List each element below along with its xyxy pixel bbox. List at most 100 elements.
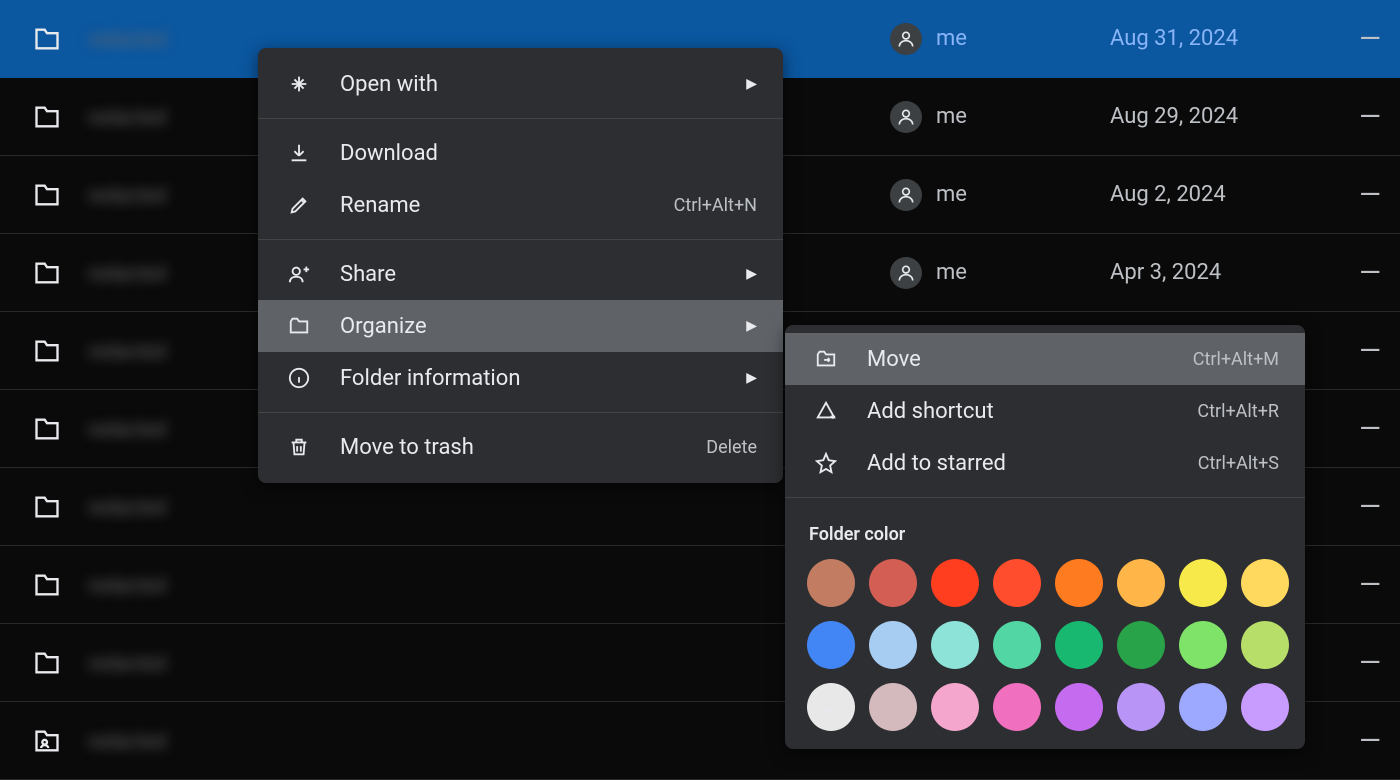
date-cell: Aug 29, 2024 [1110,104,1340,129]
color-swatch[interactable] [869,621,917,669]
submenu-move[interactable]: Move Ctrl+Alt+M [785,333,1305,385]
file-name: redacted [88,495,890,519]
add-shortcut-icon [811,400,841,422]
color-swatch[interactable] [807,621,855,669]
color-swatch[interactable] [1179,683,1227,731]
file-name: redacted [88,27,890,51]
color-swatch[interactable] [869,683,917,731]
menu-label: Organize [340,314,739,339]
color-swatch[interactable] [931,683,979,731]
size-cell: — [1340,178,1400,211]
chevron-right-icon: ▶ [739,318,757,334]
color-swatch[interactable] [1241,621,1289,669]
color-swatch[interactable] [1117,683,1165,731]
color-swatch[interactable] [1117,559,1165,607]
folder-icon [30,181,88,209]
folder-icon [30,103,88,131]
star-icon [811,452,841,474]
menu-organize[interactable]: Organize ▶ [258,300,783,352]
menu-label: Open with [340,72,739,97]
folder-icon [30,571,88,599]
owner-name: me [936,104,967,129]
info-icon [284,367,314,389]
owner-cell: me [890,101,1110,133]
move-icon [811,348,841,370]
color-swatch[interactable] [1179,559,1227,607]
menu-download[interactable]: Download [258,127,783,179]
size-cell: — [1340,22,1400,55]
menu-open-with[interactable]: Open with ▶ [258,58,783,110]
menu-separator [785,497,1305,498]
date-cell: Aug 31, 2024 [1110,26,1340,51]
menu-shortcut: Ctrl+Alt+N [674,195,757,216]
menu-label: Move [867,347,1193,372]
folder-color-title: Folder color [785,506,1305,559]
menu-separator [258,118,783,119]
color-swatch[interactable] [931,559,979,607]
rename-icon [284,194,314,216]
color-swatch[interactable] [993,683,1041,731]
size-cell: — [1340,100,1400,133]
menu-share[interactable]: Share ▶ [258,248,783,300]
menu-rename[interactable]: Rename Ctrl+Alt+N [258,179,783,231]
menu-folder-info[interactable]: Folder information ▶ [258,352,783,404]
menu-label: Move to trash [340,435,706,460]
owner-cell: me [890,179,1110,211]
color-swatch[interactable] [1055,621,1103,669]
color-swatch[interactable] [1055,683,1103,731]
size-cell: — [1340,412,1400,445]
owner-cell: me [890,257,1110,289]
chevron-right-icon: ▶ [739,370,757,386]
organize-icon [284,315,314,337]
file-name: redacted [88,729,890,753]
color-swatch[interactable] [1241,559,1289,607]
color-swatch[interactable] [993,559,1041,607]
menu-label: Rename [340,193,674,218]
color-swatch[interactable] [993,621,1041,669]
chevron-right-icon: ▶ [739,76,757,92]
owner-name: me [936,260,967,285]
file-name: redacted [88,573,890,597]
submenu-add-starred[interactable]: Add to starred Ctrl+Alt+S [785,437,1305,489]
folder-icon [30,25,88,53]
color-swatch[interactable] [1241,683,1289,731]
menu-shortcut: Ctrl+Alt+S [1198,453,1279,474]
menu-label: Download [340,141,757,166]
color-swatch[interactable] [807,559,855,607]
trash-icon [284,436,314,458]
download-icon [284,142,314,164]
submenu-add-shortcut[interactable]: Add shortcut Ctrl+Alt+R [785,385,1305,437]
color-swatch[interactable] [807,683,855,731]
file-name: redacted [88,651,890,675]
date-cell: Aug 2, 2024 [1110,182,1340,207]
menu-trash[interactable]: Move to trash Delete [258,421,783,473]
size-cell: — [1340,724,1400,757]
color-swatch[interactable] [869,559,917,607]
color-swatch[interactable] [1179,621,1227,669]
size-cell: — [1340,334,1400,367]
share-icon [284,263,314,285]
size-cell: — [1340,646,1400,679]
avatar [890,179,922,211]
folder-icon [30,493,88,521]
avatar [890,101,922,133]
folder-icon [30,415,88,443]
organize-submenu: Move Ctrl+Alt+M Add shortcut Ctrl+Alt+R … [785,325,1305,749]
folder-icon [30,337,88,365]
color-swatch[interactable] [1055,559,1103,607]
avatar [890,257,922,289]
open-with-icon [284,73,314,95]
menu-separator [258,239,783,240]
folder-icon [30,649,88,677]
owner-cell: me [890,23,1110,55]
shared-folder-icon [30,727,88,755]
color-swatch[interactable] [1117,621,1165,669]
menu-label: Share [340,262,739,287]
size-cell: — [1340,568,1400,601]
context-menu: Open with ▶ Download Rename Ctrl+Alt+N S… [258,48,783,483]
color-swatch[interactable] [931,621,979,669]
size-cell: — [1340,256,1400,289]
owner-name: me [936,182,967,207]
owner-name: me [936,26,967,51]
chevron-right-icon: ▶ [739,266,757,282]
